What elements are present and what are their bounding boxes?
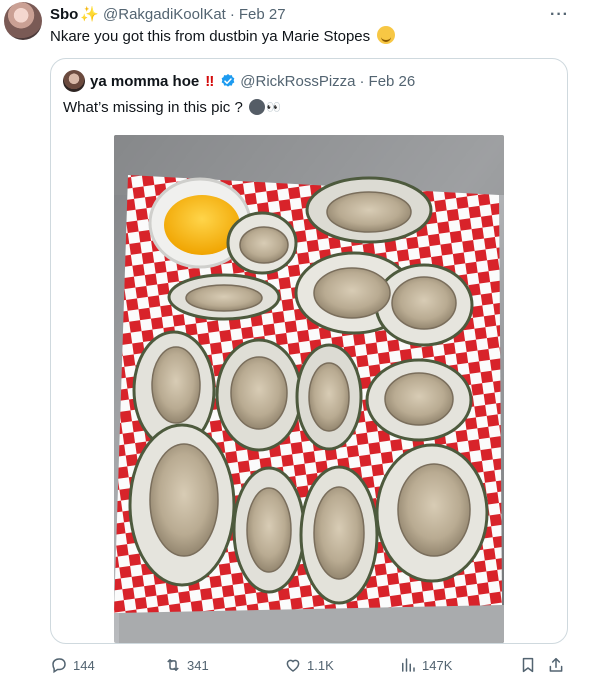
quoted-text: What’s missing in this pic ? 👀 <box>63 97 281 118</box>
quoted-date[interactable]: Feb 26 <box>369 73 416 90</box>
quoted-tweet[interactable]: ya momma hoe ‼ @RickRossPizza · Feb 26 W… <box>50 58 568 644</box>
quoted-header: ya momma hoe ‼ @RickRossPizza · Feb 26 <box>90 70 415 92</box>
smiling-face-icon <box>377 26 396 44</box>
reply-count: 144 <box>73 657 95 673</box>
repost-count: 341 <box>187 657 209 673</box>
like-button[interactable]: 1.1K <box>284 650 334 680</box>
quoted-text-body: What’s missing in this pic ? <box>63 99 243 116</box>
eyes-icon: 👀 <box>265 100 281 114</box>
separator-dot: · <box>229 5 235 23</box>
bookmark-icon <box>522 657 534 673</box>
oysters-photo-illustration <box>114 135 504 643</box>
tweet-header: Sbo ✨ @RakgadiKoolKat · Feb 27 <box>50 4 286 24</box>
share-icon <box>549 657 563 672</box>
action-bar: 144 341 1.1K 147K <box>0 650 592 680</box>
reply-icon <box>52 658 66 674</box>
verified-badge-icon <box>221 74 235 87</box>
oysters-photo[interactable] <box>114 135 504 643</box>
share-button[interactable] <box>547 650 565 680</box>
more-options-icon[interactable]: ··· <box>550 6 569 24</box>
reply-button[interactable]: 144 <box>50 650 95 680</box>
author-name[interactable]: Sbo <box>50 6 78 23</box>
repost-icon <box>167 659 179 671</box>
sparkles-icon: ✨ <box>80 6 100 23</box>
quoted-avatar[interactable] <box>63 70 85 92</box>
heart-icon <box>286 659 300 672</box>
quoted-author-handle[interactable]: @RickRossPizza <box>240 73 355 90</box>
repost-button[interactable]: 341 <box>164 650 209 680</box>
view-count: 147K <box>422 657 453 673</box>
tweet-text-body: Nkare you got this from dustbin ya Marie… <box>50 28 371 45</box>
avatar[interactable] <box>4 2 42 40</box>
separator-dot: · <box>359 72 365 90</box>
author-handle[interactable]: @RakgadiKoolKat <box>103 6 226 23</box>
tweet-text: Nkare you got this from dustbin ya Marie… <box>50 26 396 47</box>
like-count: 1.1K <box>307 657 334 673</box>
bookmark-button[interactable] <box>519 650 537 680</box>
quoted-author-name[interactable]: ya momma hoe <box>90 73 199 90</box>
double-exclamation-icon: ‼ <box>205 72 214 90</box>
views-chart-icon <box>402 658 415 672</box>
views-button[interactable]: 147K <box>399 650 452 680</box>
tweet-date[interactable]: Feb 27 <box>239 6 286 23</box>
dark-face-icon <box>248 99 265 115</box>
tweet[interactable]: Sbo ✨ @RakgadiKoolKat · Feb 27 ··· Nkare… <box>0 0 592 687</box>
